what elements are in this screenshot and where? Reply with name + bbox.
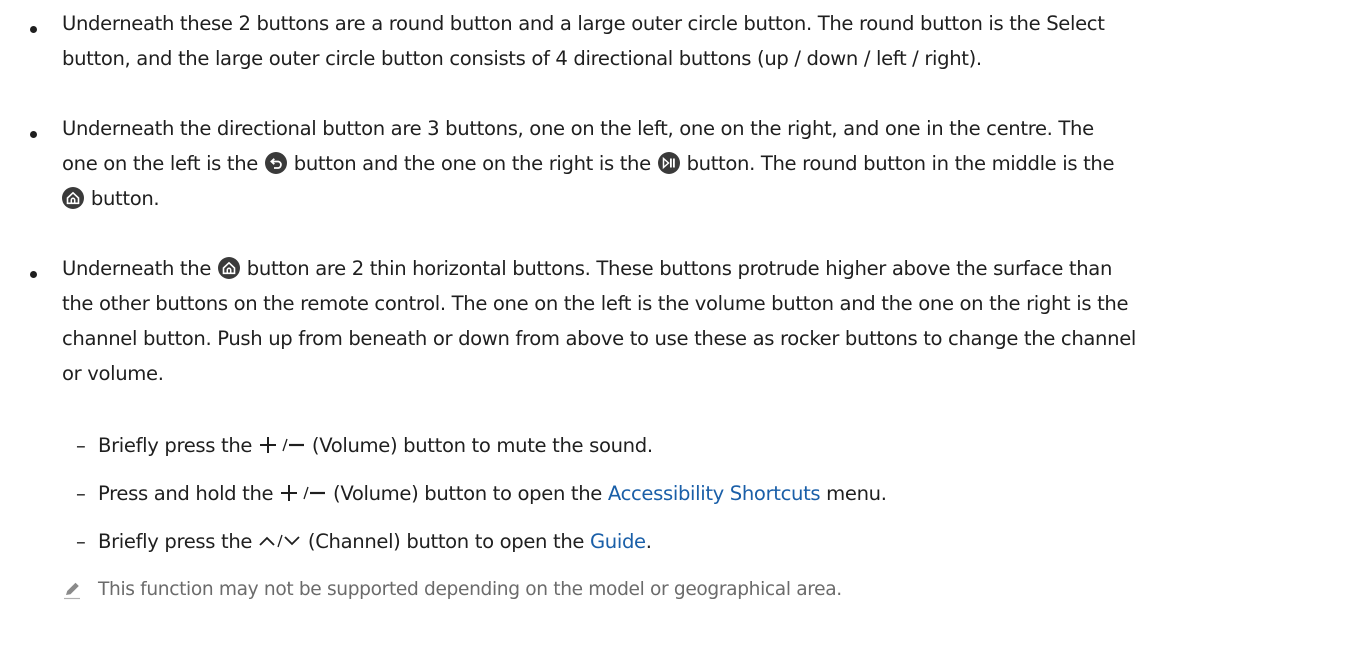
text-segment: Briefly press the	[98, 530, 259, 553]
paragraph-line: Underneath the directional button are 3 …	[62, 117, 1094, 140]
volume-plus-minus-icon	[260, 437, 305, 453]
text-segment: Underneath the	[62, 257, 217, 280]
channel-up-down-icon	[259, 534, 300, 548]
text-segment: Briefly press the	[98, 434, 259, 457]
text-segment: .	[645, 530, 652, 553]
paragraph-line: the other buttons on the remote control.…	[62, 292, 1129, 315]
paragraph-line: Underneath the button are 2 thin horizon…	[62, 257, 1112, 281]
play-pause-icon	[657, 152, 680, 174]
paragraph-line: button.	[62, 187, 160, 211]
bullet-dot	[30, 271, 37, 278]
paragraph-line: Underneath these 2 buttons are a round b…	[62, 12, 1105, 35]
text-segment: Press and hold the	[98, 482, 280, 505]
bullet-dot	[30, 26, 37, 33]
text-segment: button are 2 thin horizontal buttons. Th…	[240, 257, 1113, 280]
home-icon	[217, 257, 240, 279]
dash-marker: –	[76, 530, 86, 553]
document-page: Underneath these 2 buttons are a round b…	[0, 0, 1367, 657]
return-icon	[264, 152, 287, 174]
paragraph-line: or volume.	[62, 362, 164, 385]
text-segment: button. The round button in the middle i…	[680, 152, 1115, 175]
volume-plus-minus-icon	[281, 485, 326, 501]
text-segment: button and the one on the right is the	[287, 152, 657, 175]
pencil-icon	[64, 582, 80, 600]
dash-marker: –	[76, 482, 86, 505]
text-segment: (Volume) button to open the	[327, 482, 608, 505]
text-segment: menu.	[820, 482, 887, 505]
text-segment: (Channel) button to open the	[302, 530, 590, 553]
text-segment: button.	[85, 187, 160, 210]
accessibility-shortcuts-link[interactable]: Accessibility Shortcuts	[608, 482, 821, 505]
home-icon	[62, 187, 84, 209]
sub-item-text: Press and hold the (Volume) button to op…	[98, 482, 887, 506]
text-segment: (Volume) button to mute the sound.	[306, 434, 653, 457]
paragraph-line: one on the left is the button and the on…	[62, 152, 1115, 176]
sub-item-text: Briefly press the (Volume) button to mut…	[98, 434, 653, 458]
guide-link[interactable]: Guide	[590, 530, 646, 553]
paragraph-line: channel button. Push up from beneath or …	[62, 327, 1136, 350]
note-text: This function may not be supported depen…	[98, 579, 842, 600]
dash-marker: –	[76, 434, 86, 457]
text-segment: one on the left is the	[62, 152, 264, 175]
bullet-dot	[30, 131, 37, 138]
paragraph-line: button, and the large outer circle butto…	[62, 47, 982, 70]
sub-item-text: Briefly press the (Channel) button to op…	[98, 530, 652, 554]
